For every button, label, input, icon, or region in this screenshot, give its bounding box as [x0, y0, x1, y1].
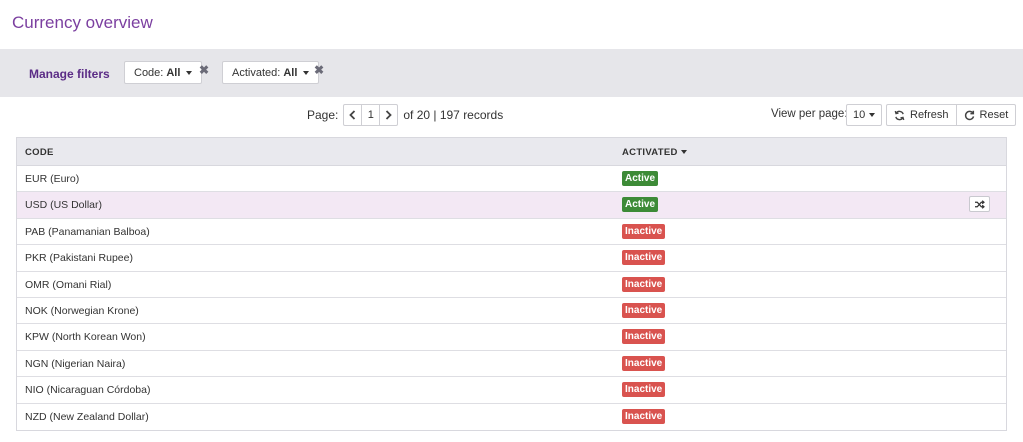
- filter-bar: Manage filters Code: All ✖ Activated: Al…: [0, 49, 1023, 97]
- pager-controls: 1: [343, 104, 399, 126]
- refresh-icon: [894, 110, 905, 120]
- table-row[interactable]: NIO (Nicaraguan Córdoba) Inactive: [17, 377, 1006, 404]
- chevron-left-icon: [349, 110, 356, 120]
- status-badge: Inactive: [622, 408, 666, 424]
- row-action-button[interactable]: [969, 196, 990, 213]
- activated-filter-label: Activated:: [232, 66, 281, 79]
- caret-down-icon: [303, 70, 310, 75]
- column-header-activated[interactable]: ACTIVATED: [622, 147, 687, 158]
- currency-code-cell: PKR (Pakistani Rupee): [25, 252, 133, 265]
- close-icon[interactable]: ✖: [199, 64, 209, 76]
- manage-filters-link[interactable]: Manage filters: [29, 67, 110, 81]
- status-badge: Inactive: [622, 355, 666, 371]
- chevron-right-icon: [386, 110, 393, 120]
- table-row[interactable]: NZD (New Zealand Dollar) Inactive: [17, 404, 1006, 430]
- table-row[interactable]: EUR (Euro) Active: [17, 166, 1006, 193]
- activated-filter-dropdown[interactable]: Activated: All: [222, 61, 320, 84]
- currency-code-cell: NGN (Nigerian Naira): [25, 357, 126, 370]
- currency-code-cell: NIO (Nicaraguan Córdoba): [25, 384, 151, 397]
- page-title: Currency overview: [12, 13, 153, 32]
- pager-label: Page:: [307, 108, 339, 122]
- code-filter-dropdown[interactable]: Code: All: [124, 61, 203, 84]
- refresh-label: Refresh: [910, 109, 949, 121]
- per-page-label: View per page:: [771, 108, 848, 120]
- status-badge: Inactive: [622, 329, 666, 345]
- status-badge: Inactive: [622, 276, 666, 292]
- sort-desc-icon: [680, 150, 687, 154]
- currency-code-cell: OMR (Omani Rial): [25, 278, 112, 291]
- table-header: CODE ACTIVATED: [17, 138, 1006, 166]
- currency-code-cell: NOK (Norwegian Krone): [25, 304, 139, 317]
- current-page-input[interactable]: 1: [361, 105, 381, 125]
- status-badge: Inactive: [622, 382, 666, 398]
- column-header-code[interactable]: CODE: [25, 147, 54, 158]
- table-row[interactable]: PKR (Pakistani Rupee) Inactive: [17, 245, 1006, 272]
- status-badge: Inactive: [622, 302, 666, 318]
- table-row[interactable]: KPW (North Korean Won) Inactive: [17, 324, 1006, 351]
- caret-down-icon: [869, 113, 876, 117]
- currency-code-cell: KPW (North Korean Won): [25, 331, 146, 344]
- table-row[interactable]: PAB (Panamanian Balboa) Inactive: [17, 219, 1006, 246]
- status-badge: Inactive: [622, 223, 666, 239]
- refresh-button[interactable]: Refresh: [887, 105, 956, 125]
- reset-button[interactable]: Reset: [955, 105, 1016, 125]
- status-badge: Active: [622, 171, 659, 186]
- pagination: Page: 1 of 20 | 197 records: [307, 104, 503, 126]
- prev-page-button[interactable]: [344, 105, 361, 125]
- per-page-value: 10: [853, 109, 866, 121]
- per-page-select[interactable]: 10: [846, 104, 882, 126]
- table-row[interactable]: NGN (Nigerian Naira) Inactive: [17, 351, 1006, 378]
- currency-table: CODE ACTIVATED EUR (Euro) Active USD (US D…: [16, 137, 1007, 431]
- table-row[interactable]: NOK (Norwegian Krone) Inactive: [17, 298, 1006, 325]
- column-header-activated-label: ACTIVATED: [622, 147, 678, 158]
- caret-down-icon: [186, 70, 193, 75]
- pager-info: of 20 | 197 records: [403, 108, 504, 122]
- table-row[interactable]: OMR (Omani Rial) Inactive: [17, 272, 1006, 298]
- status-badge: Active: [622, 197, 659, 213]
- table-row[interactable]: USD (US Dollar) Active: [17, 192, 1006, 219]
- currency-code-cell: NZD (New Zealand Dollar): [25, 410, 149, 423]
- toolbar-buttons: Refresh Reset: [886, 104, 1017, 126]
- currency-code-cell: EUR (Euro): [25, 173, 80, 185]
- status-badge: Inactive: [622, 250, 666, 266]
- reset-icon: [964, 110, 974, 120]
- close-icon[interactable]: ✖: [314, 64, 324, 76]
- code-filter-value: All: [166, 66, 181, 79]
- table-body: EUR (Euro) Active USD (US Dollar) Active PAB…: [17, 166, 1006, 430]
- currency-code-cell: USD (US Dollar): [25, 199, 103, 212]
- activated-filter-value: All: [283, 66, 298, 79]
- code-filter-label: Code:: [134, 66, 164, 79]
- shuffle-icon: [975, 200, 985, 209]
- reset-label: Reset: [979, 109, 1009, 121]
- currency-code-cell: PAB (Panamanian Balboa): [25, 225, 150, 238]
- next-page-button[interactable]: [380, 105, 397, 125]
